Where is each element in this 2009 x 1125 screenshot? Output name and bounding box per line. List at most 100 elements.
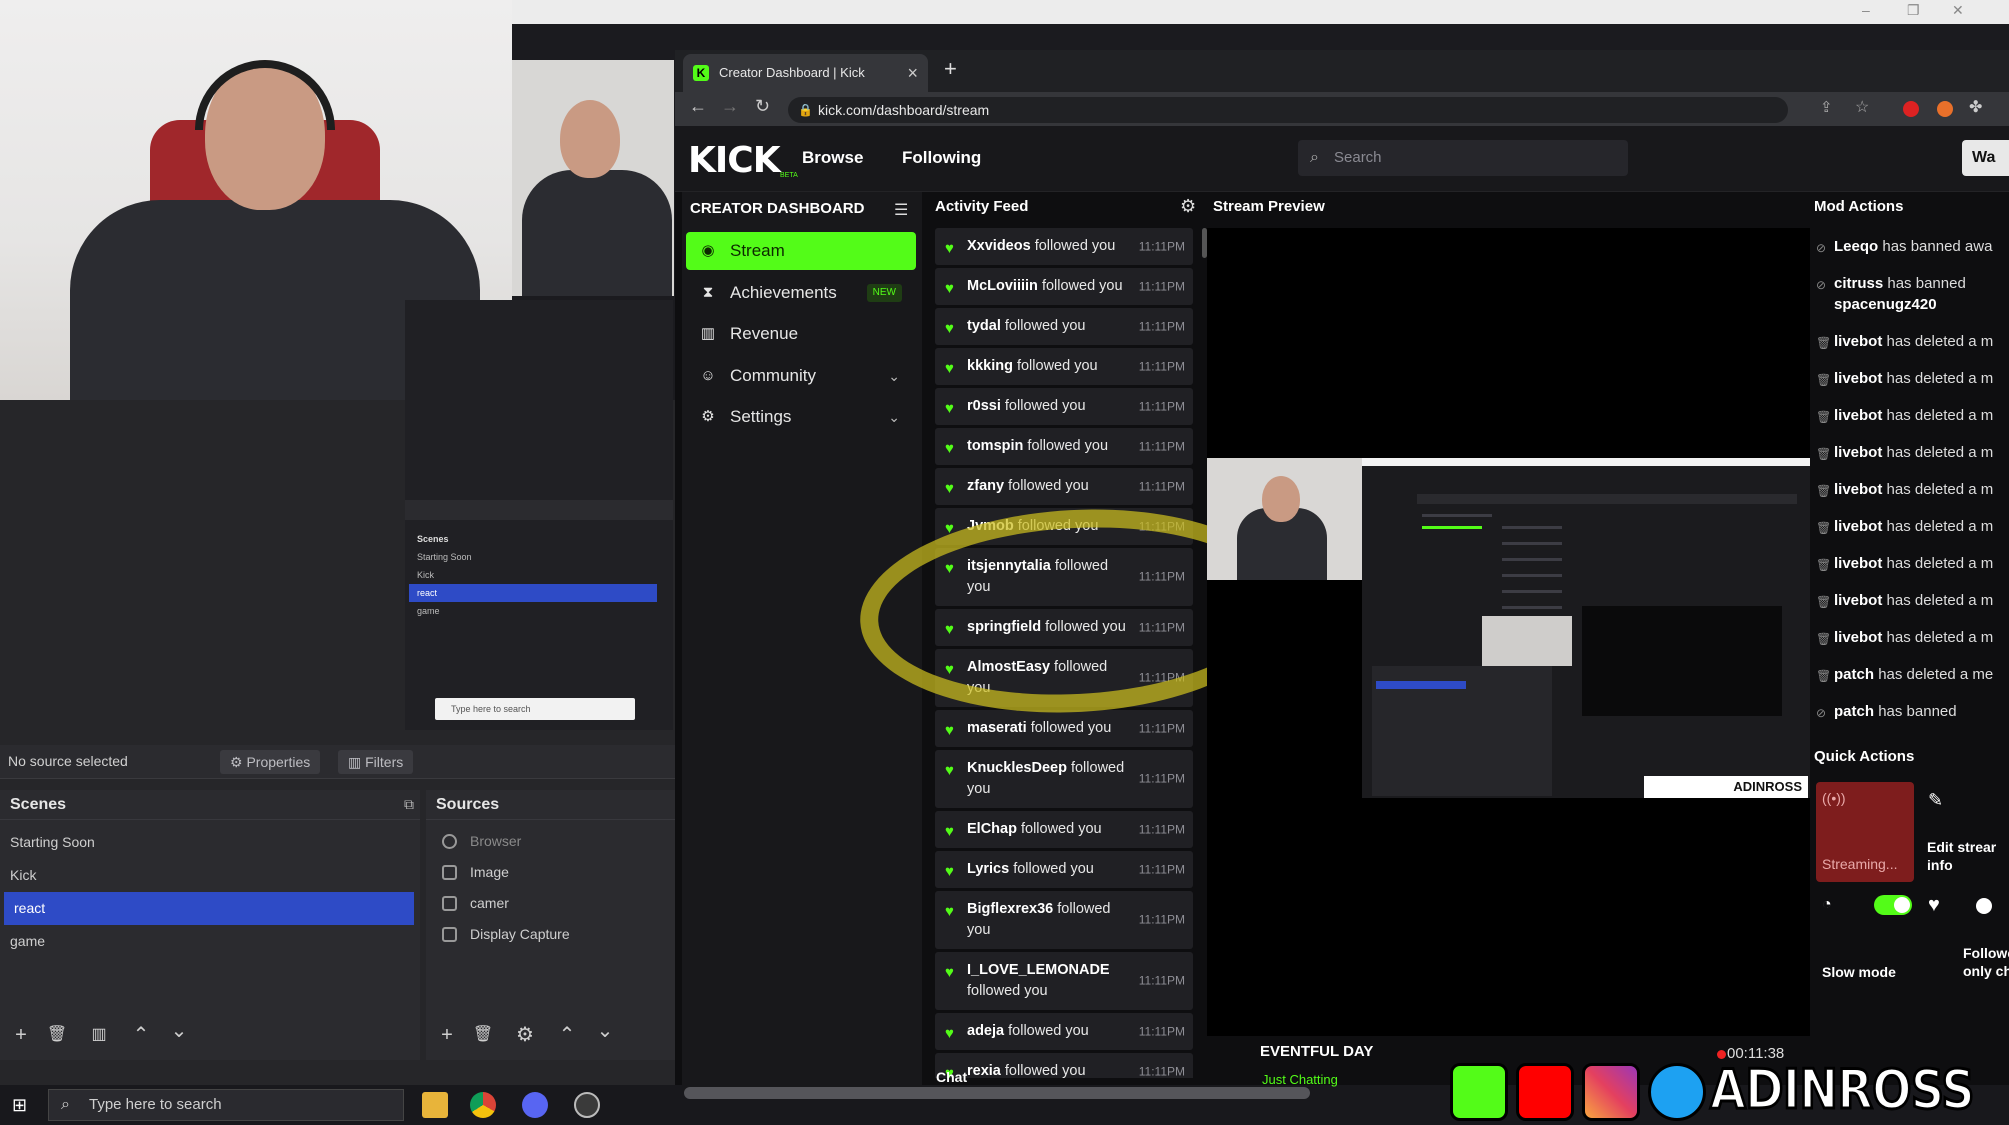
mod-username[interactable]: livebot [1834, 407, 1882, 424]
stream-category[interactable]: Just Chatting [1262, 1072, 1338, 1087]
file-explorer-icon[interactable] [422, 1092, 448, 1118]
activity-time: 11:11PM [1138, 319, 1185, 333]
edit-stream-info-button[interactable]: Edit strear info [1927, 838, 1996, 874]
mod-username[interactable]: patch [1834, 703, 1874, 720]
move-up-icon[interactable]: ⌃ [128, 1022, 154, 1048]
activity-username[interactable]: tomspin [967, 438, 1023, 454]
sidebar-item-settings[interactable]: ⚙ Settings ⌄ [686, 398, 916, 436]
remove-scene-icon[interactable]: 🗑 [44, 1022, 70, 1048]
mod-username[interactable]: citruss [1834, 275, 1883, 292]
mod-username[interactable]: livebot [1834, 370, 1882, 387]
extension-icon[interactable] [1937, 101, 1953, 117]
scene-item-selected[interactable]: react [4, 892, 414, 925]
sidebar-item-community[interactable]: ☺ Community ⌄ [686, 357, 916, 395]
properties-button[interactable]: ⚙ Properties [220, 750, 321, 774]
activity-time: 11:11PM [1138, 912, 1185, 927]
sidebar-item-stream[interactable]: ◉ Stream [686, 232, 916, 270]
activity-username[interactable]: zfany [967, 478, 1004, 494]
sidebar-item-revenue[interactable]: ▥ Revenue [686, 315, 916, 353]
headphones-icon [195, 60, 335, 130]
activity-username[interactable]: rexia [967, 1063, 1001, 1078]
mod-username[interactable]: patch [1834, 666, 1874, 683]
activity-username[interactable]: ElChap [967, 821, 1017, 837]
new-tab-button[interactable]: + [944, 56, 957, 82]
undock-icon[interactable]: ⧉ [404, 796, 414, 813]
tab-close-icon[interactable]: × [907, 54, 918, 92]
close-window-button[interactable]: ✕ [1952, 2, 1964, 19]
add-source-button[interactable]: + [434, 1022, 460, 1048]
activity-text: followed you [1004, 1063, 1086, 1078]
minimize-button[interactable]: – [1862, 2, 1870, 18]
obs-icon[interactable] [574, 1092, 600, 1118]
source-item[interactable]: Image [426, 857, 675, 888]
mod-username[interactable]: livebot [1834, 592, 1882, 609]
mod-username[interactable]: livebot [1834, 333, 1882, 350]
scene-item[interactable]: game [0, 925, 420, 958]
mini-taskbar-search: Type here to search [435, 698, 635, 720]
extensions-puzzle-icon[interactable]: ✤ [1969, 97, 1982, 117]
address-bar[interactable]: 🔒 kick.com/dashboard/stream [788, 97, 1788, 123]
mod-username[interactable]: livebot [1834, 629, 1882, 646]
profile-button[interactable]: Wa [1962, 140, 2009, 176]
activity-username[interactable]: KnucklesDeep [967, 760, 1067, 776]
followers-toggle[interactable] [1976, 898, 1992, 914]
move-down-icon[interactable]: ⌄ [592, 1018, 618, 1044]
maximize-button[interactable]: ❐ [1907, 2, 1920, 19]
horizontal-scrollbar[interactable] [684, 1087, 1310, 1099]
activity-username[interactable]: kkking [967, 358, 1013, 374]
reload-icon[interactable]: ↻ [755, 96, 770, 117]
pencil-icon[interactable]: ✎ [1928, 790, 1943, 811]
settings-icon: ⚙ [701, 408, 715, 425]
move-up-icon[interactable]: ⌃ [554, 1022, 580, 1048]
sidebar-item-achievements[interactable]: ⧗ Achievements NEW [686, 274, 916, 312]
source-item[interactable]: Display Capture [426, 919, 675, 950]
kick-logo[interactable]: KICK [688, 140, 781, 181]
scene-item[interactable]: Kick [0, 859, 420, 892]
quick-actions-title: Quick Actions [1814, 748, 1915, 765]
share-icon[interactable]: ⇪ [1820, 98, 1833, 116]
mod-username[interactable]: livebot [1834, 518, 1882, 535]
activity-username[interactable]: McLoviiiin [967, 278, 1038, 294]
chrome-icon[interactable] [470, 1092, 496, 1118]
image-icon [442, 865, 457, 880]
move-down-icon[interactable]: ⌄ [166, 1018, 192, 1044]
remove-source-icon[interactable]: 🗑 [470, 1022, 496, 1048]
collapse-menu-icon[interactable]: ☰ [894, 200, 908, 220]
browser-tab[interactable]: K Creator Dashboard | Kick × [683, 54, 928, 92]
gear-icon[interactable]: ⚙ [1180, 196, 1196, 217]
source-item[interactable]: Browser [426, 826, 675, 857]
source-settings-icon[interactable]: ⚙ [512, 1022, 538, 1048]
mod-username[interactable]: livebot [1834, 481, 1882, 498]
activity-username[interactable]: Bigflexrex36 [967, 901, 1053, 917]
source-item[interactable]: camer [426, 888, 675, 919]
activity-username[interactable]: maserati [967, 720, 1027, 736]
nav-browse[interactable]: Browse [802, 148, 863, 168]
activity-username[interactable]: r0ssi [967, 398, 1001, 414]
activity-username[interactable]: Xxvideos [967, 238, 1031, 254]
back-icon[interactable]: ← [689, 96, 707, 117]
mod-target-username[interactable]: spacenugz420 [1834, 296, 1937, 313]
windows-start-icon[interactable]: ⊞ [12, 1095, 27, 1116]
filters-button[interactable]: ▥ Filters [338, 750, 414, 774]
add-scene-button[interactable]: + [8, 1022, 34, 1048]
scene-item[interactable]: Starting Soon [0, 826, 420, 859]
ban-icon: ⊘ [1816, 278, 1827, 292]
mod-username[interactable]: livebot [1834, 555, 1882, 572]
activity-username[interactable]: adeja [967, 1023, 1004, 1039]
activity-username[interactable]: I_LOVE_LEMONADE [967, 962, 1110, 978]
nav-following[interactable]: Following [902, 148, 981, 168]
scene-filters-icon[interactable]: ▥ [86, 1022, 112, 1048]
search-input[interactable]: ⌕ Search [1298, 140, 1628, 176]
mod-username[interactable]: livebot [1834, 444, 1882, 461]
forward-icon[interactable]: → [721, 96, 739, 117]
taskbar-search[interactable]: ⌕ Type here to search [48, 1089, 404, 1121]
extension-icon[interactable] [1903, 101, 1919, 117]
activity-username[interactable]: Lyrics [967, 861, 1009, 877]
filters-label: Filters [365, 754, 404, 770]
heart-icon: ♥ [945, 823, 954, 840]
taskbar-search-placeholder: Type here to search [89, 1096, 222, 1113]
mod-username[interactable]: Leeqo [1834, 238, 1878, 255]
activity-username[interactable]: tydal [967, 318, 1001, 334]
bookmark-star-icon[interactable]: ☆ [1855, 97, 1869, 117]
discord-icon[interactable] [522, 1092, 548, 1118]
